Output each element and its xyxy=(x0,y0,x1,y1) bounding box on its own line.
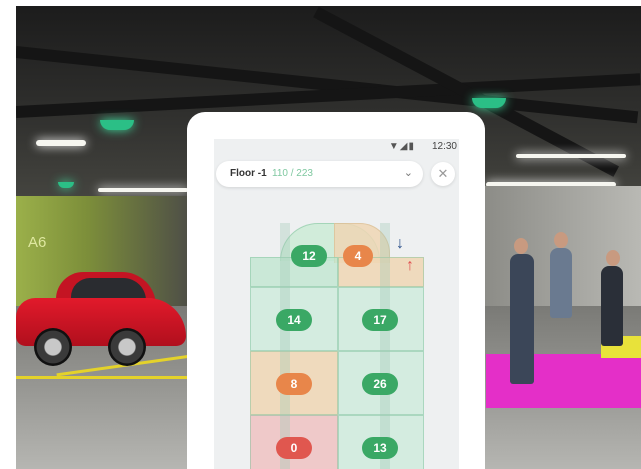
person-head xyxy=(606,250,620,266)
red-car xyxy=(16,268,186,366)
spot-count-badge[interactable]: 8 xyxy=(276,373,312,395)
pillar-label: A6 xyxy=(28,234,47,251)
close-icon: ✕ xyxy=(437,166,449,181)
spot-count-badge[interactable]: 0 xyxy=(276,437,312,459)
person-figure xyxy=(510,254,534,384)
spot-count-badge[interactable]: 17 xyxy=(362,309,398,331)
person-head xyxy=(554,232,568,248)
spot-count-badge[interactable]: 26 xyxy=(362,373,398,395)
floor-label: Floor -1 xyxy=(230,168,267,179)
car-wheel xyxy=(34,328,72,366)
spot-count-badge[interactable]: 14 xyxy=(276,309,312,331)
floor-occupancy-count: 110 / 223 xyxy=(272,168,313,179)
ceiling-lamp xyxy=(472,98,506,108)
status-bar: ▼◢▮ 12:30 xyxy=(214,139,459,155)
floor-stripe xyxy=(16,376,191,379)
person-figure xyxy=(550,248,572,318)
ceiling-light xyxy=(36,140,86,146)
status-time: 12:30 xyxy=(431,141,457,152)
car-wheel xyxy=(108,328,146,366)
phone-screen: ▼◢▮ 12:30 Floor -1 110 / 223 ⌄ ✕ ↓ ↑ 12 … xyxy=(214,139,459,469)
ceiling-light xyxy=(98,188,188,192)
spot-count-badge[interactable]: 13 xyxy=(362,437,398,459)
ceiling-light xyxy=(516,154,626,158)
map-lane xyxy=(380,223,390,469)
ceiling-lamp xyxy=(100,120,134,130)
person-figure xyxy=(601,266,623,346)
floor-selector[interactable]: Floor -1 110 / 223 ⌄ xyxy=(216,161,423,187)
signal-battery-icon: ▼◢▮ xyxy=(388,141,415,152)
person-head xyxy=(514,238,528,254)
spot-count-badge[interactable]: 4 xyxy=(343,245,373,267)
arrow-down-icon: ↓ xyxy=(396,235,404,252)
close-button[interactable]: ✕ xyxy=(431,162,455,186)
map-lane xyxy=(280,223,290,469)
chevron-down-icon: ⌄ xyxy=(403,167,413,179)
arrow-up-icon: ↑ xyxy=(406,257,414,274)
spot-count-badge[interactable]: 12 xyxy=(291,245,327,267)
